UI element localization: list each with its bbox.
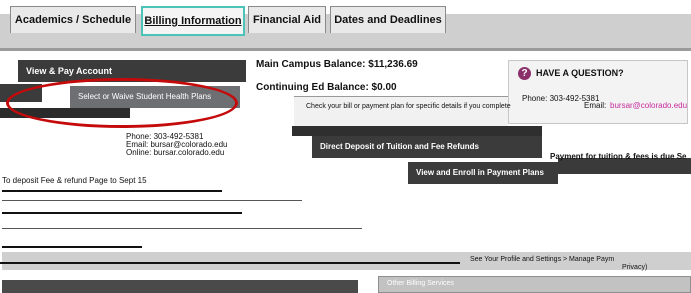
profile-note: See Your Profile and Settings > Manage P… (470, 256, 615, 263)
tab-dates-and-deadlines[interactable]: Dates and Deadlines (330, 6, 446, 33)
tab-academics-schedule[interactable]: Academics / Schedule (10, 6, 136, 33)
contact-online: Online: bursar.colorado.edu (126, 148, 225, 157)
middle-dark-strip (292, 126, 542, 136)
other-billing-services-label: Other Billing Services (387, 280, 454, 287)
billing-page: { "tabs": [ {"label": "Academics / Sched… (0, 0, 691, 293)
text-line (2, 228, 362, 229)
direct-deposit-button[interactable]: Direct Deposit of Tuition and Fee Refund… (312, 136, 542, 158)
main-campus-balance: Main Campus Balance: $11,236.69 (256, 59, 418, 70)
question-email-link[interactable]: bursar@colorado.edu (610, 101, 687, 110)
text-line (2, 212, 242, 214)
bottom-left-box (2, 280, 358, 293)
tuition-due-note: Payment for tuition & fees is due Se (550, 152, 687, 161)
payment-plan-note-box (294, 96, 508, 127)
text-line (0, 262, 460, 264)
tab-financial-aid[interactable]: Financial Aid (248, 6, 326, 33)
tab-billing-information[interactable]: Billing Information (141, 6, 245, 36)
payment-plan-note: Check your bill or payment plan for spec… (306, 103, 511, 110)
text-line (2, 246, 142, 248)
deposit-note: To deposit Fee & refund Page to Sept 15 (2, 176, 147, 185)
question-email-label: Email: (584, 101, 607, 110)
payment-plans-button[interactable]: View and Enroll in Payment Plans (408, 162, 558, 184)
question-icon: ? (518, 67, 531, 80)
text-line (2, 200, 302, 201)
highlight-oval (6, 78, 238, 128)
other-billing-services-box[interactable]: Other Billing Services (378, 276, 691, 293)
text-line (2, 190, 222, 192)
continuing-ed-balance: Continuing Ed Balance: $0.00 (256, 82, 397, 93)
question-heading: HAVE A QUESTION? (536, 68, 624, 78)
privacy-note: Privacy) (622, 264, 648, 271)
